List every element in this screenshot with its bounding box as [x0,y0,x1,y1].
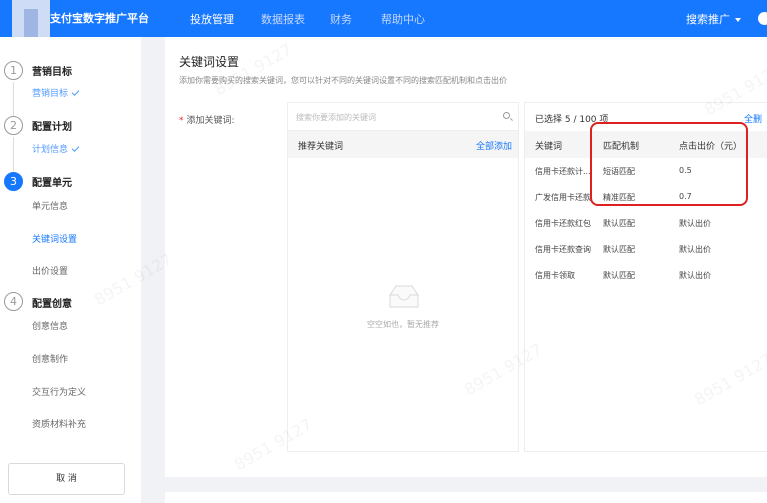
step-2-title[interactable]: 配置计划 [32,118,72,133]
step-3-circle: 3 [4,172,23,191]
required-mark: * [179,116,184,126]
brand-name: 支付宝数字推广平台 [50,12,149,25]
step-connector [13,137,14,171]
annotation-highlight [590,122,748,206]
step-2-sub-label: 计划信息 [32,145,69,155]
nav-data-reports[interactable]: 数据报表 [261,11,305,27]
column-keyword: 关键词 [535,142,563,152]
page-title: 关键词设置 [179,55,240,69]
step-1-sub[interactable]: 营销目标 [32,86,80,99]
sidebar-item-qualification-materials[interactable]: 资质材料补充 [32,417,86,430]
cancel-button[interactable]: 取 消 [8,463,125,495]
step-4-circle: 4 [4,292,23,311]
empty-inbox-icon [389,285,419,308]
keyword-cell: 信用卡还款查询 [535,245,591,254]
step-1-circle: 1 [4,61,23,80]
logo [12,0,50,37]
step-2-sub[interactable]: 计划信息 [32,142,80,155]
bid-cell[interactable]: 默认出价 [679,270,711,281]
match-type-cell[interactable]: 默认匹配 [603,270,635,281]
check-icon [71,88,80,96]
recommend-title: 推荐关键词 [298,142,344,152]
step-4-title[interactable]: 配置创意 [32,295,72,310]
recommend-header: 推荐关键词 全部添加 [288,131,518,158]
keyword-cell: 信用卡还款红包 [535,219,591,228]
account-label: 搜索推广 [686,13,730,26]
nav-finance[interactable]: 财务 [330,11,352,27]
match-type-cell[interactable]: 默认匹配 [603,218,635,229]
sidebar-item-unit-info[interactable]: 单元信息 [32,199,68,212]
search-icon[interactable] [503,112,510,119]
empty-text: 空空如也，暂无推荐 [367,320,439,329]
top-bar: 支付宝数字推广平台 投放管理 数据报表 财务 帮助中心 搜索推广 [0,0,767,37]
add-keyword-label: * 添加关键词: [179,113,235,126]
step-sidebar: 1 营销目标 营销目标 2 配置计划 计划信息 3 配置单元 单元信息 关键词设… [0,37,141,503]
step-1-title[interactable]: 营销目标 [32,63,72,78]
search-box [288,103,518,131]
recommend-panel: 推荐关键词 全部添加 空空如也，暂无推荐 [288,103,518,451]
next-section-card [165,492,767,503]
table-row: 信用卡还款查询 默认匹配 默认出价 [525,236,767,262]
step-3-title[interactable]: 配置单元 [32,174,72,189]
chevron-down-icon [735,18,741,22]
step-1-sub-label: 营销目标 [32,89,69,99]
match-type-cell[interactable]: 默认匹配 [603,244,635,255]
sidebar-item-creative-production[interactable]: 创意制作 [32,352,68,365]
sidebar-item-interaction-definition[interactable]: 交互行为定义 [32,385,86,398]
account-switcher[interactable]: 搜索推广 [686,11,741,27]
nav-delivery-management[interactable]: 投放管理 [190,11,234,27]
table-row: 信用卡还款红包 默认匹配 默认出价 [525,210,767,236]
keyword-cell: 信用卡还款计... [535,167,591,176]
keyword-search-input[interactable] [296,109,496,125]
sidebar-item-keyword-settings[interactable]: 关键词设置 [32,232,77,245]
add-all-button[interactable]: 全部添加 [476,139,512,152]
keyword-cell: 信用卡领取 [535,271,575,280]
keyword-cell: 广发信用卡还款 [535,193,591,202]
clear-all-button[interactable]: 全删 [744,112,762,125]
bid-cell[interactable]: 默认出价 [679,244,711,255]
table-row: 信用卡领取 默认匹配 默认出价 [525,262,767,288]
sidebar-item-creative-info[interactable]: 创意信息 [32,319,68,332]
step-2-circle: 2 [4,116,23,135]
sidebar-item-bid-settings[interactable]: 出价设置 [32,264,68,277]
nav-help-center[interactable]: 帮助中心 [381,11,425,27]
step-connector [13,82,14,116]
bid-cell[interactable]: 默认出价 [679,218,711,229]
add-keyword-label-text: 添加关键词: [186,116,235,126]
avatar[interactable] [758,12,767,25]
check-icon [71,144,80,152]
